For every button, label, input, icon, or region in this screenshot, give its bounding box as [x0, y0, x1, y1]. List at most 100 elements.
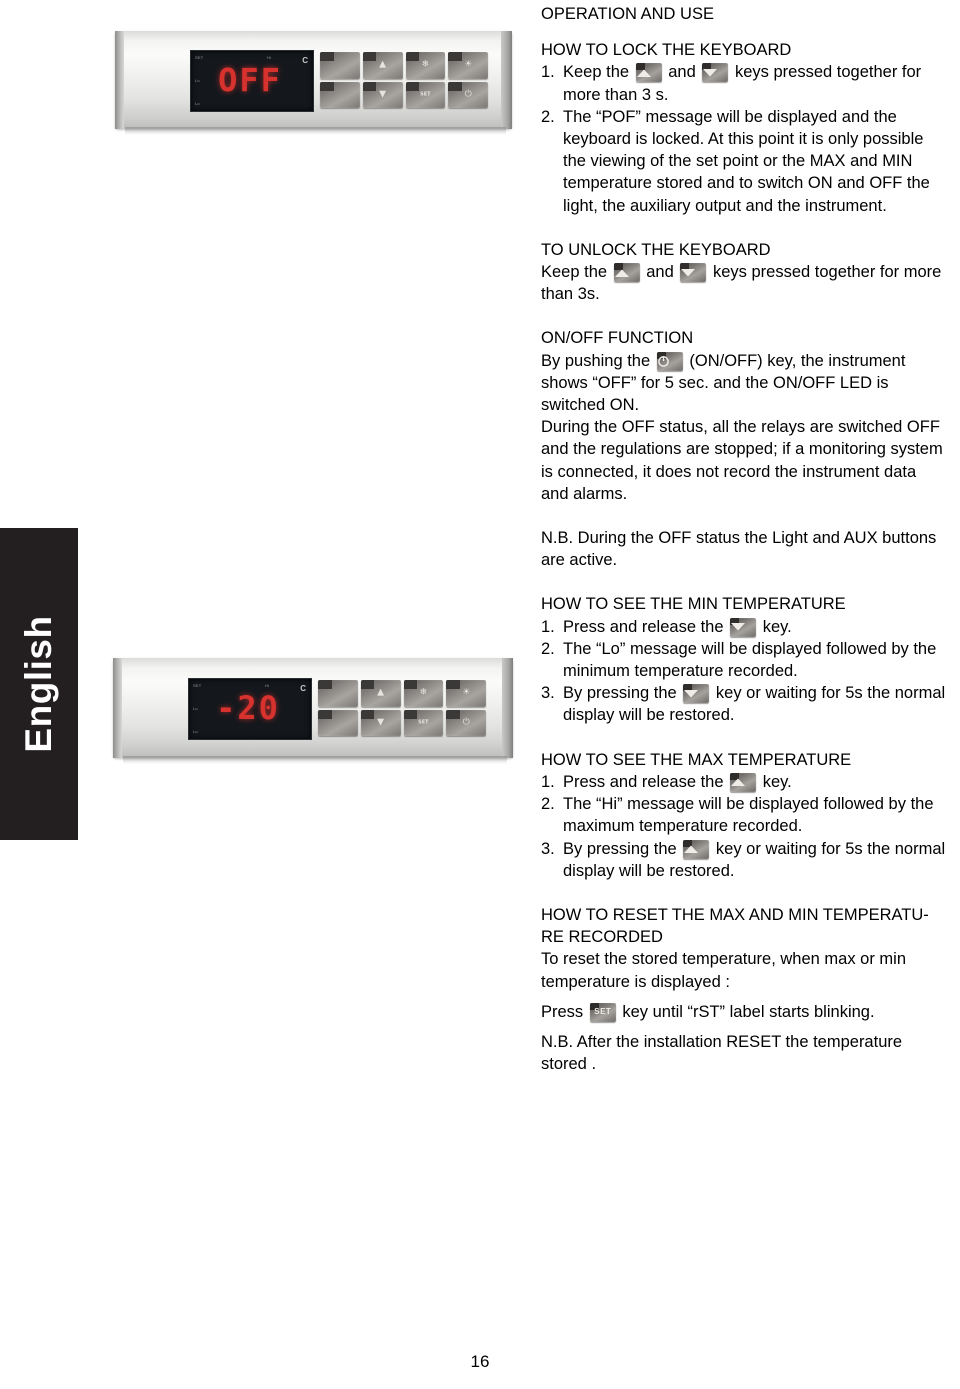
panel-key-blank-top[interactable]: [320, 52, 360, 79]
section-title: OPERATION AND USE: [541, 5, 714, 23]
led-indicator-set: SET: [195, 55, 204, 60]
step-number: 2.: [541, 107, 555, 126]
step-number: 2.: [541, 639, 555, 658]
down-arrow-icon: ▼: [377, 717, 385, 728]
step-text: The “Hi” message will be displayed follo…: [563, 795, 934, 836]
panel-key-onoff[interactable]: ⏻: [448, 81, 488, 108]
up-arrow-key-icon: [613, 263, 640, 283]
panel-key-blank-bottom[interactable]: [320, 81, 360, 108]
panel-key-set[interactable]: SET: [403, 709, 444, 736]
panel-bevel-right: [501, 31, 512, 129]
step-text-a: Press and release the: [563, 617, 724, 636]
step-number: 2.: [541, 795, 555, 814]
unlock-paragraph: Keep the and keys pressed together for m…: [541, 261, 946, 305]
heading-max-temperature: HOW TO SEE THE MAX TEMPERATURE: [541, 750, 852, 769]
reset-paragraph: To reset the stored temperature, when ma…: [541, 950, 906, 991]
light-icon: ☀: [464, 59, 473, 70]
page-number: 16: [470, 1352, 490, 1371]
led-indicator-hi: Hi: [265, 683, 270, 688]
panel-key-up[interactable]: ▲: [362, 52, 403, 79]
list-item: 2. The “POF” message will be displayed a…: [541, 106, 946, 217]
up-arrow-icon: ▲: [377, 687, 385, 698]
list-item: 2. The “Lo” message will be displayed fo…: [541, 638, 946, 682]
panel-housing: SET Hi Lo Lo C OFF ▲ ❄ ☀ ▼ SET ⏻: [115, 31, 512, 129]
panel-key-down[interactable]: ▼: [362, 81, 403, 108]
set-icon: SET: [418, 719, 429, 726]
heading-reset-temperature: HOW TO RESET THE MAX AND MIN TEMPERATU-R…: [541, 905, 929, 947]
led-indicator-lo2: Lo: [195, 101, 200, 106]
down-arrow-key-icon: [730, 617, 757, 637]
up-arrow-icon: ▲: [379, 59, 387, 70]
panel-key-down[interactable]: ▼: [360, 709, 401, 736]
content-column: OPERATION AND USE HOW TO LOCK THE KEYBOA…: [541, 0, 946, 1075]
step-text-b: key.: [762, 772, 792, 791]
panel-keypad: ▲ ❄ ☀ ▼ SET ⏻: [318, 680, 486, 736]
step-text: The “Lo” message will be displayed follo…: [563, 639, 937, 681]
panel-housing: SET Hi Lo Lo C -20 ▲ ❄ ☀ ▼ SET ⏻: [113, 658, 513, 758]
step-number: 3.: [541, 839, 555, 858]
step-text-a: By pressing the: [563, 684, 677, 703]
onoff-text-a: By pushing the: [541, 351, 651, 370]
up-arrow-key-icon: [683, 839, 710, 859]
step-text-a: Keep the: [563, 63, 630, 82]
min-steps-list: 1. Press and release the key. 2. The “Lo…: [541, 616, 946, 727]
led-indicator-set: SET: [193, 683, 202, 688]
onoff-paragraph-1: By pushing the (ON/OFF) key, the instrum…: [541, 350, 946, 417]
panel-key-light[interactable]: ☀: [446, 680, 486, 707]
panel-drop-shadow: [123, 756, 507, 764]
panel-key-defrost[interactable]: ❄: [405, 52, 446, 79]
reset-text-a: Press: [541, 1002, 584, 1021]
panel-key-light[interactable]: ☀: [448, 52, 488, 79]
up-arrow-key-icon: [635, 63, 662, 83]
control-panel-photo-off: SET Hi Lo Lo C OFF ▲ ❄ ☀ ▼ SET ⏻: [115, 31, 512, 135]
panel-key-set[interactable]: SET: [405, 81, 446, 108]
led-value: -20: [216, 689, 280, 728]
led-display: SET Hi Lo Lo C OFF: [190, 50, 314, 112]
max-steps-list: 1. Press and release the key. 2. The “Hi…: [541, 771, 946, 882]
set-icon: SET: [420, 91, 431, 98]
heading-unlock-keyboard: TO UNLOCK THE KEYBOARD: [541, 240, 771, 259]
reset-note: N.B. After the installation RESET the te…: [541, 1032, 903, 1074]
down-arrow-key-icon: [702, 63, 729, 83]
list-item: 1. Press and release the key.: [541, 616, 946, 638]
lock-steps-list: 1. Keep the and keys pressed together fo…: [541, 61, 946, 216]
step-text-b: key.: [762, 617, 792, 636]
step-number: 1.: [541, 772, 555, 791]
heading-lock-keyboard: HOW TO LOCK THE KEYBOARD: [541, 41, 792, 60]
heading-onoff-function: ON/OFF FUNCTION: [541, 329, 694, 348]
snowflake-icon: ❄: [419, 687, 428, 698]
onoff-paragraph-2: During the OFF status, all the relays ar…: [541, 418, 943, 503]
panel-key-defrost[interactable]: ❄: [403, 680, 444, 707]
control-panel-photo-minus20: SET Hi Lo Lo C -20 ▲ ❄ ☀ ▼ SET ⏻: [113, 658, 513, 764]
onoff-note: N.B. During the OFF status the Light and…: [541, 529, 937, 570]
panel-key-blank-top[interactable]: [318, 680, 358, 707]
reset-press-line: Press SET key until “rST” label starts b…: [541, 1001, 946, 1023]
step-text-a: Press and release the: [563, 772, 724, 791]
panel-key-up[interactable]: ▲: [360, 680, 401, 707]
down-arrow-icon: ▼: [379, 89, 387, 100]
snowflake-icon: ❄: [421, 59, 430, 70]
panel-drop-shadow: [125, 127, 506, 135]
language-tab-english: English: [0, 528, 78, 840]
led-value: OFF: [218, 61, 282, 100]
step-text-b: and: [668, 63, 696, 82]
panel-key-blank-bottom[interactable]: [318, 709, 358, 736]
step-number: 1.: [541, 63, 555, 82]
power-icon: ⏻: [462, 717, 470, 728]
panel-keypad: ▲ ❄ ☀ ▼ SET ⏻: [320, 52, 488, 108]
led-indicator-lo2: Lo: [193, 729, 198, 734]
panel-bevel-left: [113, 658, 122, 758]
step-text: The “POF” message will be displayed and …: [563, 107, 930, 215]
unlock-text-a: Keep the: [541, 263, 608, 282]
panel-key-onoff[interactable]: ⏻: [446, 709, 486, 736]
language-tab-label: English: [18, 615, 59, 753]
list-item: 3. By pressing the key or waiting for 5s…: [541, 682, 946, 726]
set-key-icon: SET: [589, 1002, 616, 1022]
unlock-text-b: and: [646, 263, 674, 282]
list-item: 3. By pressing the key or waiting for 5s…: [541, 838, 946, 882]
list-item: 1. Press and release the key.: [541, 771, 946, 793]
power-icon: ⏻: [464, 89, 472, 100]
heading-min-temperature: HOW TO SEE THE MIN TEMPERATURE: [541, 595, 846, 614]
down-arrow-key-icon: [683, 684, 710, 704]
panel-bevel-right: [502, 658, 513, 758]
